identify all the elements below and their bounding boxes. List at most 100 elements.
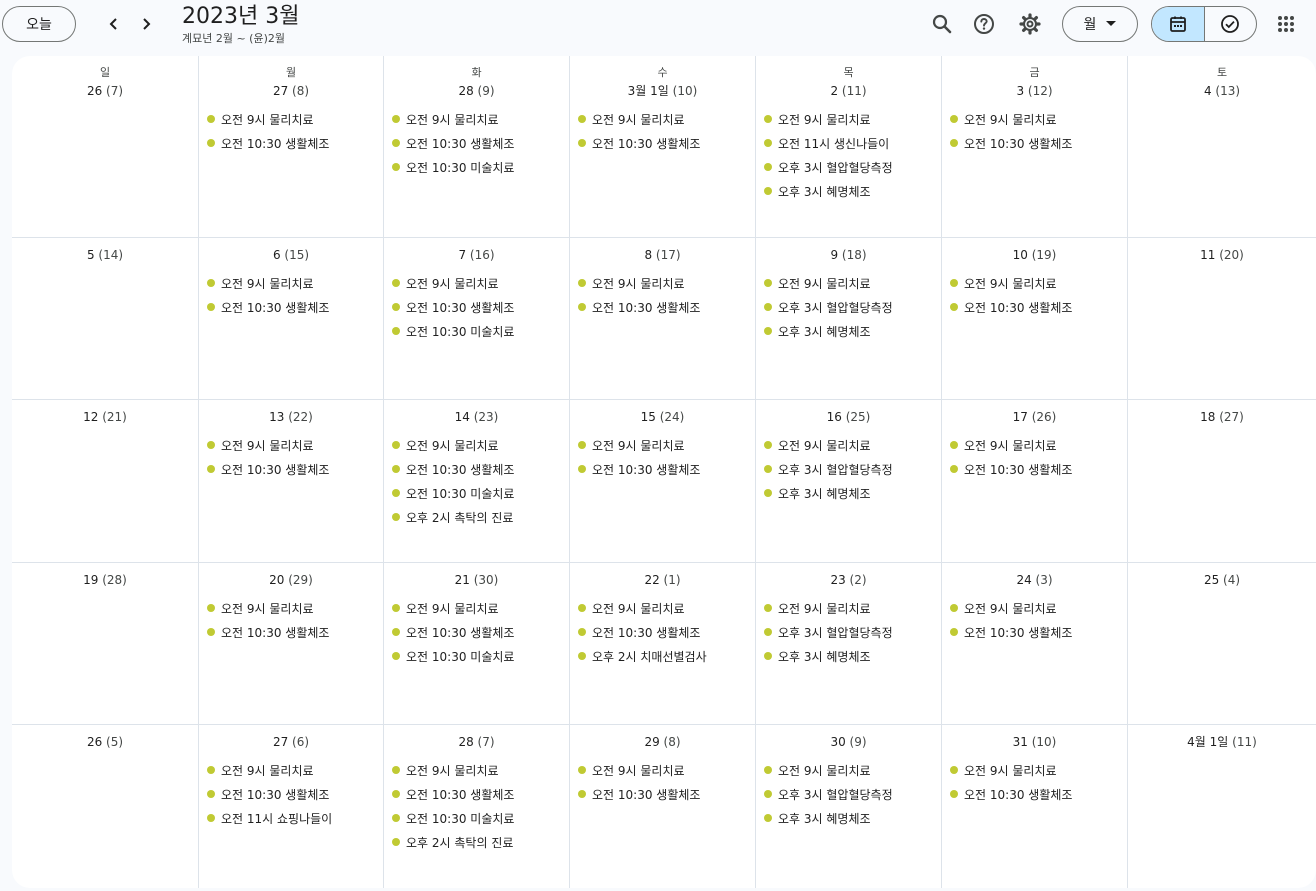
day-cell[interactable]: 14 (23) 오전 9시 물리치료 오전 10:30 생활체조 오전 10:30 미… [384, 400, 570, 562]
day-cell[interactable]: 29 (8) 오전 9시 물리치료 오전 10:30 생활체조 [570, 725, 756, 888]
date-label[interactable]: 19 (28) [12, 572, 198, 588]
event-chip[interactable]: 오전 9시 물리치료 [756, 758, 941, 782]
event-chip[interactable]: 오전 10:30 미술치료 [384, 319, 569, 343]
date-label[interactable]: 22 (1) [570, 572, 755, 588]
event-chip[interactable]: 오후 2시 촉탁의 진료 [384, 505, 569, 529]
date-label[interactable]: 13 (22) [199, 409, 383, 425]
date-label[interactable]: 20 (29) [199, 572, 383, 588]
event-chip[interactable]: 오후 3시 혜명체조 [756, 806, 941, 830]
date-label[interactable]: 6 (15) [199, 247, 383, 263]
day-cell[interactable]: 10 (19) 오전 9시 물리치료 오전 10:30 생활체조 [942, 238, 1128, 399]
event-chip[interactable]: 오후 3시 혜명체조 [756, 179, 941, 203]
day-cell[interactable]: 26 (5) [12, 725, 199, 888]
date-label[interactable]: 31 (10) [942, 734, 1127, 750]
date-label[interactable]: 29 (8) [570, 734, 755, 750]
event-chip[interactable]: 오전 10:30 미술치료 [384, 155, 569, 179]
event-chip[interactable]: 오전 9시 물리치료 [384, 107, 569, 131]
event-chip[interactable]: 오전 9시 물리치료 [570, 758, 755, 782]
day-cell[interactable]: 화 28 (9) 오전 9시 물리치료 오전 10:30 생활체조 오전 10:30 미… [384, 56, 570, 237]
event-chip[interactable]: 오전 9시 물리치료 [570, 107, 755, 131]
event-chip[interactable]: 오전 9시 물리치료 [199, 758, 383, 782]
event-chip[interactable]: 오전 9시 물리치료 [942, 433, 1127, 457]
day-cell[interactable]: 31 (10) 오전 9시 물리치료 오전 10:30 생활체조 [942, 725, 1128, 888]
day-cell[interactable]: 22 (1) 오전 9시 물리치료 오전 10:30 생활체조 오후 2시 치매선별검… [570, 563, 756, 724]
day-cell[interactable]: 일 26 (7) [12, 56, 199, 237]
date-label[interactable]: 26 (5) [12, 734, 198, 750]
event-chip[interactable]: 오전 9시 물리치료 [942, 758, 1127, 782]
date-label[interactable]: 9 (18) [756, 247, 941, 263]
date-label[interactable]: 4월 1일 (11) [1128, 734, 1316, 750]
event-chip[interactable]: 오전 9시 물리치료 [384, 433, 569, 457]
day-cell[interactable]: 9 (18) 오전 9시 물리치료 오후 3시 혈압혈당측정 오후 3시 혜명체조 [756, 238, 942, 399]
event-chip[interactable]: 오전 11시 쇼핑나들이 [199, 806, 383, 830]
event-chip[interactable]: 오전 11시 생신나들이 [756, 131, 941, 155]
event-chip[interactable]: 오전 10:30 생활체조 [384, 620, 569, 644]
event-chip[interactable]: 오전 9시 물리치료 [199, 107, 383, 131]
event-chip[interactable]: 오전 10:30 미술치료 [384, 481, 569, 505]
event-chip[interactable]: 오전 9시 물리치료 [570, 433, 755, 457]
event-chip[interactable]: 오전 9시 물리치료 [199, 433, 383, 457]
event-chip[interactable]: 오전 9시 물리치료 [570, 271, 755, 295]
previous-month-button[interactable] [100, 10, 128, 38]
date-label[interactable]: 12 (21) [12, 409, 198, 425]
day-cell[interactable]: 23 (2) 오전 9시 물리치료 오후 3시 혈압혈당측정 오후 3시 혜명체조 [756, 563, 942, 724]
event-chip[interactable]: 오전 10:30 미술치료 [384, 806, 569, 830]
day-cell[interactable]: 28 (7) 오전 9시 물리치료 오전 10:30 생활체조 오전 10:30 미술… [384, 725, 570, 888]
event-chip[interactable]: 오전 9시 물리치료 [756, 271, 941, 295]
event-chip[interactable]: 오전 10:30 생활체조 [384, 295, 569, 319]
event-chip[interactable]: 오전 10:30 생활체조 [199, 295, 383, 319]
event-chip[interactable]: 오전 10:30 생활체조 [942, 782, 1127, 806]
search-button[interactable] [928, 10, 956, 38]
date-label[interactable]: 11 (20) [1128, 247, 1316, 263]
view-select-dropdown[interactable]: 월 [1062, 6, 1138, 42]
event-chip[interactable]: 오전 10:30 생활체조 [384, 457, 569, 481]
event-chip[interactable]: 오후 2시 촉탁의 진료 [384, 830, 569, 854]
day-cell[interactable]: 7 (16) 오전 9시 물리치료 오전 10:30 생활체조 오전 10:30 미술… [384, 238, 570, 399]
date-label[interactable]: 26 (7) [12, 83, 198, 99]
day-cell[interactable]: 4월 1일 (11) [1128, 725, 1316, 888]
date-label[interactable]: 10 (19) [942, 247, 1127, 263]
event-chip[interactable]: 오전 9시 물리치료 [384, 596, 569, 620]
next-month-button[interactable] [132, 10, 160, 38]
event-chip[interactable]: 오후 3시 혈압혈당측정 [756, 457, 941, 481]
date-label[interactable]: 3 (12) [942, 83, 1127, 99]
event-chip[interactable]: 오후 3시 혈압혈당측정 [756, 782, 941, 806]
event-chip[interactable]: 오후 3시 혈압혈당측정 [756, 295, 941, 319]
date-label[interactable]: 4 (13) [1128, 83, 1316, 99]
calendar-view-button[interactable] [1152, 7, 1204, 41]
day-cell[interactable]: 11 (20) [1128, 238, 1316, 399]
day-cell[interactable]: 19 (28) [12, 563, 199, 724]
day-cell[interactable]: 8 (17) 오전 9시 물리치료 오전 10:30 생활체조 [570, 238, 756, 399]
event-chip[interactable]: 오후 3시 혜명체조 [756, 644, 941, 668]
day-cell[interactable]: 수 3월 1일 (10) 오전 9시 물리치료 오전 10:30 생활체조 [570, 56, 756, 237]
day-cell[interactable]: 30 (9) 오전 9시 물리치료 오후 3시 혈압혈당측정 오후 3시 혜명체조 [756, 725, 942, 888]
day-cell[interactable]: 13 (22) 오전 9시 물리치료 오전 10:30 생활체조 [199, 400, 384, 562]
day-cell[interactable]: 토4 (13) [1128, 56, 1316, 237]
help-button[interactable] [970, 10, 998, 38]
date-label[interactable]: 15 (24) [570, 409, 755, 425]
event-chip[interactable]: 오전 9시 물리치료 [199, 596, 383, 620]
day-cell[interactable]: 15 (24) 오전 9시 물리치료 오전 10:30 생활체조 [570, 400, 756, 562]
event-chip[interactable]: 오전 10:30 생활체조 [384, 782, 569, 806]
date-label[interactable]: 17 (26) [942, 409, 1127, 425]
event-chip[interactable]: 오전 10:30 생활체조 [384, 131, 569, 155]
date-label[interactable]: 2 (11) [756, 83, 941, 99]
date-label[interactable]: 18 (27) [1128, 409, 1316, 425]
date-label[interactable]: 14 (23) [384, 409, 569, 425]
event-chip[interactable]: 오전 10:30 생활체조 [570, 131, 755, 155]
event-chip[interactable]: 오전 10:30 생활체조 [570, 457, 755, 481]
event-chip[interactable]: 오전 10:30 생활체조 [199, 782, 383, 806]
date-label[interactable]: 28 (9) [384, 83, 569, 99]
day-cell[interactable]: 금3 (12) 오전 9시 물리치료 오전 10:30 생활체조 [942, 56, 1128, 237]
event-chip[interactable]: 오전 9시 물리치료 [756, 596, 941, 620]
day-cell[interactable]: 5 (14) [12, 238, 199, 399]
date-label[interactable]: 30 (9) [756, 734, 941, 750]
event-chip[interactable]: 오전 10:30 생활체조 [199, 131, 383, 155]
tasks-view-button[interactable] [1205, 7, 1257, 41]
date-label[interactable]: 7 (16) [384, 247, 569, 263]
event-chip[interactable]: 오전 9시 물리치료 [384, 271, 569, 295]
day-cell[interactable]: 27 (6) 오전 9시 물리치료 오전 10:30 생활체조 오전 11시 쇼핑나들… [199, 725, 384, 888]
day-cell[interactable]: 21 (30) 오전 9시 물리치료 오전 10:30 생활체조 오전 10:30 미… [384, 563, 570, 724]
event-chip[interactable]: 오전 9시 물리치료 [756, 433, 941, 457]
event-chip[interactable]: 오전 9시 물리치료 [942, 107, 1127, 131]
